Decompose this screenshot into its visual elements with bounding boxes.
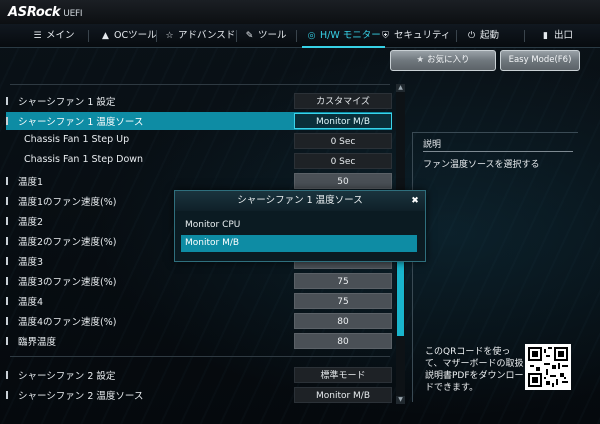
bullet [6,177,8,185]
wrench-icon: ✎ [245,31,254,41]
close-icon[interactable]: ✖ [409,195,421,207]
popup-title: シャーシファン 1 温度ソース [175,191,425,211]
bullet [6,257,8,265]
setting-value[interactable]: 75 [294,293,392,309]
exit-icon: ▮ [543,31,548,41]
setting-value[interactable]: 標準モード [294,367,392,383]
easy-mode-button[interactable]: Easy Mode(F6) [500,50,580,71]
qr-code-icon [525,344,571,390]
menu-divider [88,30,89,42]
description-panel: 説明 ファン温度ソースを選択する このQRコードを使って、マザーボードの取扱説明… [412,132,578,402]
top-bar: ASRock UEFI [0,0,600,24]
setting-label: 温度2 [18,217,44,228]
bullet [6,97,8,105]
bullet [6,277,8,285]
setting-label: 温度2のファン速度(%) [18,237,117,248]
setting-label: シャーシファン 1 温度ソース [18,117,144,128]
bullet [6,117,8,125]
list-icon: ☰ [33,31,42,41]
menu-divider [524,30,525,42]
setting-row[interactable]: 温度1 50 [6,172,392,190]
qr-caption: このQRコードを使って、マザーボードの取扱説明書PDFをダウンロードできます。 [425,347,524,393]
setting-label: Chassis Fan 1 Step Down [24,154,144,165]
scroll-up-icon[interactable]: ▲ [396,84,405,92]
bullet [6,317,8,325]
setting-row[interactable]: シャーシファン 2 温度ソース Monitor M/B [6,386,392,404]
brand-logo: ASRock UEFI [8,5,83,20]
menu-item-advanced[interactable]: ☆ アドバンスド [164,24,235,48]
bullet [6,391,8,399]
setting-value[interactable]: 0 Sec [294,153,392,169]
setting-value[interactable]: 75 [294,273,392,289]
scroll-down-icon[interactable]: ▼ [396,396,405,404]
setting-value[interactable]: カスタマイズ [294,93,392,109]
menu-divider [156,30,157,42]
power-icon: ⏻ [467,31,476,41]
menu-item-main[interactable]: ☰ メイン [32,24,74,48]
setting-label: シャーシファン 2 温度ソース [18,391,144,402]
setting-row[interactable]: 温度4 75 [6,292,392,310]
menu-divider [236,30,237,42]
setting-row[interactable]: シャーシファン 2 設定 標準モード [6,366,392,384]
temperature-source-popup: シャーシファン 1 温度ソース ✖ Monitor CPU Monitor M/… [174,190,426,262]
setting-row[interactable]: Chassis Fan 1 Step Down 0 Sec [6,152,392,170]
bullet [6,217,8,225]
monitor-icon: ◎ [307,31,316,41]
setting-value[interactable]: 0 Sec [294,133,392,149]
menu-item-oc-tools[interactable]: ▲ OCツール [100,24,157,48]
description-text: ファン温度ソースを選択する [423,160,540,170]
bullet [6,337,8,345]
setting-value[interactable]: Monitor M/B [294,387,392,403]
setting-label: 温度1のファン速度(%) [18,197,117,208]
setting-label: 温度1 [18,177,44,188]
popup-option-monitor-cpu[interactable]: Monitor CPU [181,217,417,234]
setting-label: シャーシファン 2 設定 [18,371,116,382]
setting-label: 温度4 [18,297,44,308]
setting-value[interactable]: Monitor M/B [294,113,392,129]
setting-label: 温度3 [18,257,44,268]
setting-row[interactable]: 臨界温度 80 [6,332,392,350]
section-divider [10,84,390,85]
description-divider [423,151,573,152]
description-title: 説明 [423,140,442,150]
setting-value[interactable]: 50 [294,173,392,189]
rocket-icon: ▲ [102,31,109,41]
shield-icon: ⛨ [382,31,389,41]
setting-value[interactable]: 80 [294,333,392,349]
star-icon: ☆ [165,31,174,41]
setting-row[interactable]: 温度3のファン速度(%) 75 [6,272,392,290]
bullet [6,371,8,379]
setting-label: シャーシファン 1 設定 [18,97,116,108]
setting-label: Chassis Fan 1 Step Up [24,134,130,145]
setting-row[interactable]: 温度4のファン速度(%) 80 [6,312,392,330]
menu-item-exit[interactable]: ▮ 出口 [540,24,573,48]
main-menu: ☰ メイン ▲ OCツール ☆ アドバンスド ✎ ツール ◎ H/W モニター ⛨ セキュリ… [0,24,600,48]
setting-label: 温度3のファン速度(%) [18,277,117,288]
menu-item-security[interactable]: ⛨ セキュリティ [380,24,450,48]
bullet [6,197,8,205]
setting-row[interactable]: Chassis Fan 1 Step Up 0 Sec [6,132,392,150]
setting-row[interactable]: シャーシファン 1 設定 カスタマイズ [6,92,392,110]
section-divider [10,356,390,357]
setting-label: 臨界温度 [18,337,57,348]
menu-item-tools[interactable]: ✎ ツール [244,24,287,48]
star-icon: ★ [416,55,425,65]
setting-row-selected[interactable]: シャーシファン 1 温度ソース Monitor M/B [6,112,392,130]
setting-value[interactable]: 80 [294,313,392,329]
bullet [6,297,8,305]
menu-item-boot[interactable]: ⏻ 起動 [466,24,499,48]
favorites-button[interactable]: ★ お気に入り [390,50,496,71]
popup-option-monitor-mb[interactable]: Monitor M/B [181,235,417,252]
menu-divider [456,30,457,42]
setting-label: 温度4のファン速度(%) [18,317,117,328]
menu-divider [296,30,297,42]
bullet [6,237,8,245]
menu-item-hw-monitor[interactable]: ◎ H/W モニター [302,24,385,48]
